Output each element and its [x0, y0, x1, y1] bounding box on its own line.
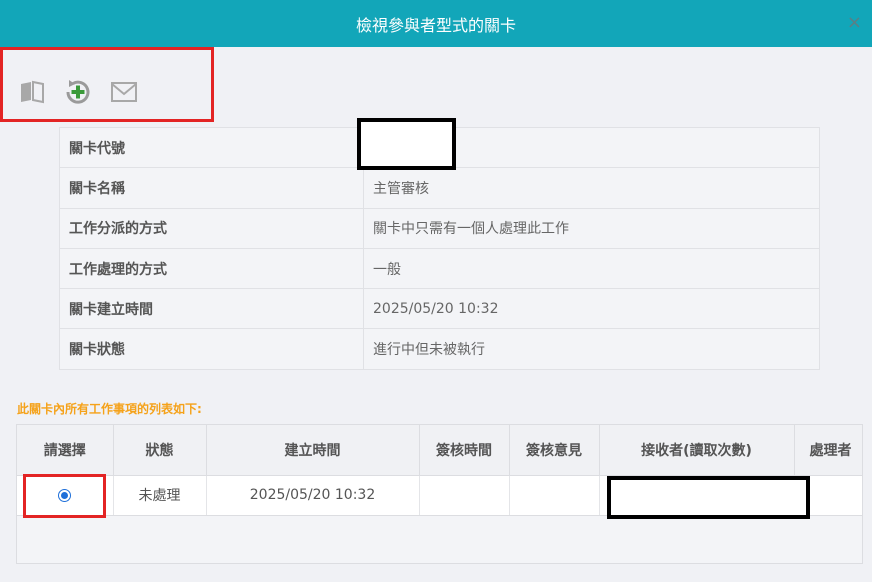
- col-sign-comment: 簽核意見: [509, 425, 600, 476]
- redacted-receiver: [607, 476, 810, 519]
- redacted-stage-code: [357, 118, 456, 170]
- dialog-title: 檢視參與者型式的關卡: [355, 16, 516, 35]
- info-label: 關卡代號: [59, 126, 364, 169]
- sign-comment-cell: [509, 475, 600, 516]
- signed-time-cell: [419, 475, 510, 516]
- info-value: 進行中但未被執行: [363, 328, 820, 370]
- grid-header-row: 請選擇 狀態 建立時間 簽核時間 簽核意見 接收者(讀取次數) 處理者: [17, 425, 862, 476]
- toolbar: [0, 47, 214, 122]
- col-created: 建立時間: [206, 425, 420, 476]
- info-value: 主管審核: [363, 167, 820, 209]
- info-row-name: 關卡名稱 主管審核: [59, 167, 820, 209]
- info-label: 工作處理的方式: [59, 247, 364, 290]
- info-row-status: 關卡狀態 進行中但未被執行: [59, 328, 820, 370]
- status-cell: 未處理: [113, 475, 207, 516]
- col-select: 請選擇: [17, 425, 114, 476]
- refresh-add-icon[interactable]: [63, 77, 93, 107]
- radio-highlight-box: [23, 474, 106, 518]
- info-value: 一般: [363, 247, 820, 290]
- col-receiver: 接收者(讀取次數): [599, 425, 795, 476]
- col-status: 狀態: [113, 425, 207, 476]
- dialog-title-bar: 檢視參與者型式的關卡 ×: [0, 0, 872, 47]
- info-row-created: 關卡建立時間 2025/05/20 10:32: [59, 288, 820, 330]
- work-list-caption: 此關卡內所有工作事項的列表如下:: [17, 402, 202, 416]
- close-icon[interactable]: ×: [847, 14, 862, 32]
- col-signed-time: 簽核時間: [419, 425, 510, 476]
- info-label: 關卡建立時間: [59, 288, 364, 330]
- info-label: 關卡狀態: [59, 328, 364, 370]
- mail-icon[interactable]: [109, 77, 139, 107]
- col-handler: 處理者: [794, 425, 862, 476]
- info-row-assign-mode: 工作分派的方式 關卡中只需有一個人處理此工作: [59, 207, 820, 249]
- info-value: 關卡中只需有一個人處理此工作: [363, 207, 820, 249]
- info-row-process-mode: 工作處理的方式 一般: [59, 247, 820, 290]
- info-label: 關卡名稱: [59, 167, 364, 209]
- info-label: 工作分派的方式: [59, 207, 364, 249]
- created-cell: 2025/05/20 10:32: [206, 475, 420, 516]
- book-icon[interactable]: [18, 77, 48, 107]
- info-value: 2025/05/20 10:32: [363, 288, 820, 330]
